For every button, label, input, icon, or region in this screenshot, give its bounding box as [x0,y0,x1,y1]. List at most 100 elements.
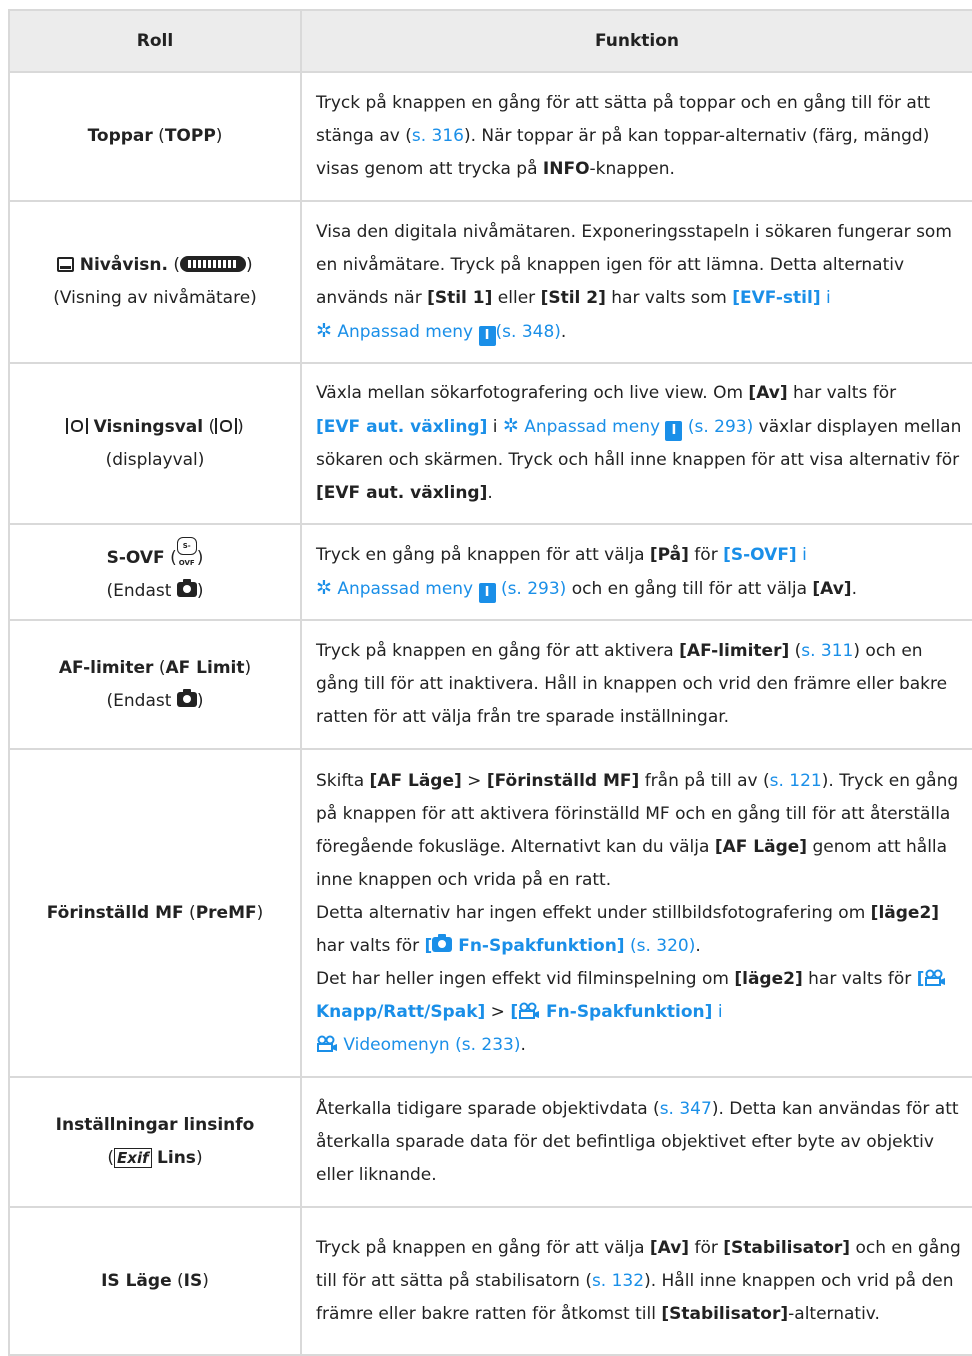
link-text: i [796,544,807,565]
role-name: Förinställd MF [46,902,184,923]
video-icon [925,969,946,986]
table-row: Toppar (TOPP) Tryck på knappen en gång f… [8,71,972,202]
level-display-icon [57,257,75,272]
text: > [461,770,487,791]
bracket: [ [510,1001,519,1022]
bold-text: INFO [542,159,590,179]
role-subtitle: (Visning av nivåmätare) [53,288,257,308]
text: . [487,483,493,503]
bold-text: [Stabilisator] [661,1303,789,1324]
text: Tryck på knappen en gång för att välja [316,1237,650,1258]
role-cell: AF-limiter (AF Limit) (Endast ) [8,619,302,750]
page-link[interactable]: (s. 348) [496,322,561,342]
bold-text: [EVF aut. växling] [316,483,488,503]
text: och en gång till för att välja [566,578,813,599]
table-row: Förinställd MF (PreMF) Skifta [AF Läge] … [8,748,972,1078]
display-select-icon [66,417,89,434]
text: har valts för [316,935,425,956]
function-cell: Tryck på knappen en gång för att välja [… [300,1206,972,1356]
page-link[interactable]: s. 316 [412,126,464,146]
link-text: i [712,1001,723,1022]
menu-link[interactable]: [EVF aut. växling] [316,417,487,437]
video-icon [519,1002,540,1019]
bracket: [ [424,935,433,956]
role-abbr: PreMF [195,902,257,923]
function-cell: Återkalla tidigare sparade objektivdata … [300,1076,972,1208]
function-cell: Visa den digitala nivåmätaren. Exponerin… [300,200,972,364]
bold-text: [Stabilisator] [723,1237,851,1258]
bold-text: [Av] [649,1237,690,1258]
function-table: Roll Funktion Toppar (TOPP) Tryck på kna… [8,9,972,1356]
role-cell: Inställningar linsinfo (Exif Lins) [8,1076,302,1208]
gear-icon: ✲ [316,319,332,342]
text: . [560,321,567,342]
table-row: Visningsval () (displayval) Växla mellan… [8,362,972,525]
text: . [851,578,857,599]
page-link[interactable]: (s. 293) [688,417,753,437]
bold-text: [läge2] [734,968,803,989]
role-abbr: AF Limit [165,657,245,678]
bold-text: [På] [649,544,689,565]
text: från på till av ( [639,770,770,791]
role-cell: Visningsval () (displayval) [8,362,302,525]
menu-link[interactable]: [ Fn-Spakfunktion] [424,933,625,956]
link-text: i [820,287,831,308]
video-menu-link[interactable]: Videomenyn [338,1035,455,1055]
custom-menu-link[interactable]: Anpassad meny [519,417,666,437]
display-select-icon [215,417,238,434]
text: Skifta [316,770,370,791]
table-row: S-OVF (S-OVF) (Endast ) Tryck en gång på… [8,523,972,621]
role-name: Visningsval [93,416,204,437]
page-link[interactable]: (s. 293) [501,579,566,599]
role-name: Nivåvisn. [79,255,168,275]
page-link[interactable]: s. 132 [592,1271,644,1291]
page-link[interactable]: (s. 320) [625,936,695,956]
text: har valts som [605,287,733,308]
link-text: Fn-Spakfunktion] [452,935,625,956]
page-link[interactable]: (s. 233) [455,1035,520,1055]
function-cell: Växla mellan sökarfotografering och live… [300,362,972,525]
function-cell: Tryck på knappen en gång för att aktiver… [300,619,972,750]
table-row: Inställningar linsinfo (Exif Lins) Återk… [8,1076,972,1208]
role-abbr: Lins [157,1148,196,1168]
page-link[interactable]: s. 347 [660,1099,712,1119]
bold-text: [Förinställd MF] [486,770,640,791]
page-link[interactable]: s. 121 [770,771,822,791]
header-function: Funktion [300,9,972,73]
role-name: Toppar [87,126,153,146]
menu-link[interactable]: [S-OVF] [723,545,797,565]
text: Det har heller ingen effekt vid filminsp… [316,968,735,989]
role-cell: IS Läge (IS) [8,1206,302,1356]
text: för [688,544,724,565]
custom-menu-link[interactable]: Anpassad meny [332,579,479,599]
table-row: AF-limiter (AF Limit) (Endast ) Tryck på… [8,619,972,750]
role-abbr: IS [183,1270,203,1291]
custom-menu-number-icon: I [478,325,496,346]
role-cell: Nivåvisn. () (Visning av nivåmätare) [8,200,302,364]
gear-icon: ✲ [502,415,519,437]
custom-menu-number-icon: I [665,421,683,441]
video-icon [317,1035,337,1052]
text: Återkalla tidigare sparade objektivdata … [316,1098,660,1119]
link-text: Knapp/Ratt/Spak] [316,1001,486,1022]
text: Tryck en gång på knappen för att välja [316,544,650,565]
page-link[interactable]: s. 311 [801,641,853,661]
bracket: [ [916,968,925,989]
table-row: IS Läge (IS) Tryck på knappen en gång fö… [8,1206,972,1356]
text: för [689,1237,724,1258]
menu-link[interactable]: [ Fn-Spakfunktion] [510,1002,712,1022]
text: . [695,935,701,956]
role-subtitle: (displayval) [105,449,205,470]
bold-text: [Av] [812,578,852,599]
bold-text: [Stil 1] [427,287,493,308]
role-subtitle: (Endast [106,580,177,601]
table-header-row: Roll Funktion [8,9,972,73]
custom-menu-link[interactable]: Anpassad meny [332,322,479,342]
menu-link[interactable]: [EVF-stil] [732,288,820,308]
text: -knappen. [589,159,675,179]
link-text: Fn-Spakfunktion] [540,1001,713,1022]
bold-text: [AF-limiter] [679,641,790,661]
custom-menu-number-icon: I [478,582,496,603]
table-row: Nivåvisn. () (Visning av nivåmätare) Vis… [8,200,972,364]
text: Detta alternativ har ingen effekt under … [316,902,871,923]
